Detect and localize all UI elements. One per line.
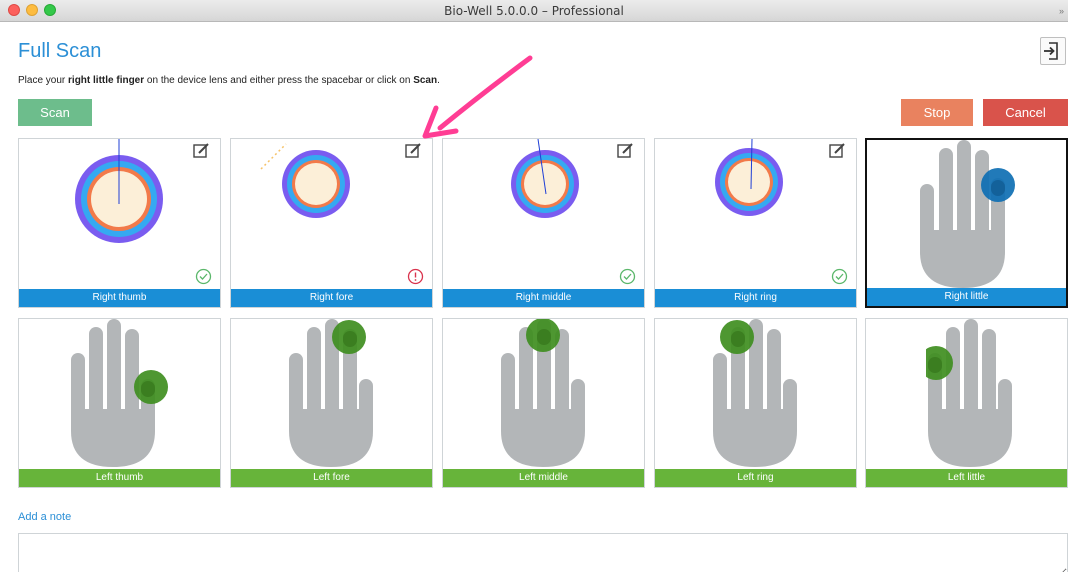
title-bar: Bio-Well 5.0.0.0 – Professional » bbox=[0, 0, 1068, 22]
page-title: Full Scan bbox=[18, 40, 102, 62]
edit-icon[interactable] bbox=[193, 142, 210, 159]
note-textarea[interactable] bbox=[18, 533, 1068, 572]
finger-tile-left-fore[interactable]: Left fore bbox=[230, 318, 433, 488]
finger-tile-right-little[interactable]: Right little bbox=[865, 138, 1068, 308]
scan-button[interactable]: Scan bbox=[18, 99, 92, 126]
finger-label: Left little bbox=[866, 469, 1067, 487]
scan-instruction: Place your right little finger on the de… bbox=[18, 75, 440, 86]
edit-icon[interactable] bbox=[617, 142, 634, 159]
instruction-prefix: Place your bbox=[18, 75, 69, 86]
left-hand-diagram bbox=[71, 319, 168, 467]
cancel-button[interactable]: Cancel bbox=[983, 99, 1068, 126]
finger-tile-left-middle[interactable]: Left middle bbox=[442, 318, 645, 488]
left-hand-diagram bbox=[289, 319, 373, 467]
finger-tile-left-thumb[interactable]: Left thumb bbox=[18, 318, 221, 488]
left-hand-diagram bbox=[713, 319, 797, 467]
warning-circle-icon bbox=[407, 268, 424, 285]
left-hand-diagram bbox=[501, 319, 585, 467]
right-hand-diagram bbox=[920, 140, 1015, 288]
finger-tile-left-ring[interactable]: Left ring bbox=[654, 318, 857, 488]
finger-label: Right fore bbox=[231, 289, 432, 307]
finger-label: Right middle bbox=[443, 289, 644, 307]
finger-tile-right-ring[interactable]: Right ring bbox=[654, 138, 857, 308]
window-title: Bio-Well 5.0.0.0 – Professional bbox=[444, 4, 624, 18]
instruction-middle: on the device lens and either press the … bbox=[144, 75, 414, 86]
finger-label: Right little bbox=[867, 288, 1066, 306]
add-note-link[interactable]: Add a note bbox=[18, 511, 71, 523]
export-icon bbox=[1044, 42, 1058, 60]
fullscreen-icon[interactable]: » bbox=[1059, 6, 1064, 16]
left-hand-diagram bbox=[926, 319, 1012, 467]
scan-image bbox=[715, 139, 783, 216]
check-circle-icon bbox=[831, 268, 848, 285]
finger-label: Left thumb bbox=[19, 469, 220, 487]
scan-image bbox=[260, 143, 350, 218]
finger-label: Left middle bbox=[443, 469, 644, 487]
edit-icon[interactable] bbox=[829, 142, 846, 159]
finger-tile-right-fore[interactable]: Right fore bbox=[230, 138, 433, 308]
finger-label: Right ring bbox=[655, 289, 856, 307]
instruction-finger: right little finger bbox=[68, 75, 145, 86]
scan-image bbox=[75, 139, 163, 243]
finger-label: Left ring bbox=[655, 469, 856, 487]
check-circle-icon bbox=[619, 268, 636, 285]
stop-button[interactable]: Stop bbox=[901, 99, 973, 126]
scan-image bbox=[511, 139, 579, 218]
check-circle-icon bbox=[195, 268, 212, 285]
finger-tile-left-little[interactable]: Left little bbox=[865, 318, 1068, 488]
export-button[interactable] bbox=[1040, 37, 1066, 65]
edit-icon[interactable] bbox=[405, 142, 422, 159]
finger-label: Left fore bbox=[231, 469, 432, 487]
instruction-action: Scan bbox=[413, 75, 438, 86]
app-window: Bio-Well 5.0.0.0 – Professional » Full S… bbox=[0, 0, 1068, 572]
finger-label: Right thumb bbox=[19, 289, 220, 307]
finger-tile-right-thumb[interactable]: Right thumb bbox=[18, 138, 221, 308]
instruction-suffix: . bbox=[437, 75, 440, 86]
finger-tile-right-middle[interactable]: Right middle bbox=[442, 138, 645, 308]
